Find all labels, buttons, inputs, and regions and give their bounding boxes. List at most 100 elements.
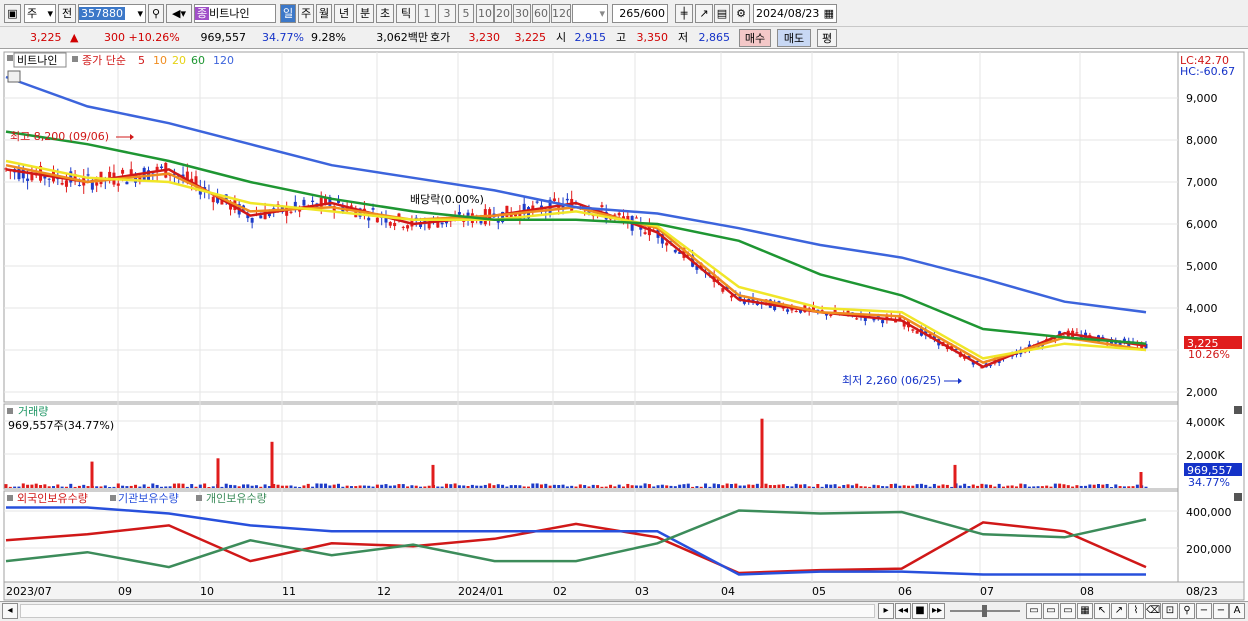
high-annotation: 최고 8,200 (09/06) <box>10 130 109 143</box>
ma-legend-5: 5 <box>138 54 145 67</box>
chart-area[interactable]: 비트나인 종가 단순 5 10 20 60 120 LC:42.70 HC:-6… <box>0 49 1248 604</box>
date-input[interactable]: 2024/08/23 ▦ <box>753 4 837 23</box>
layout-1-icon[interactable]: ▭ <box>1026 603 1042 619</box>
holding-panel[interactable] <box>3 490 1179 583</box>
volume-bar <box>919 483 923 488</box>
chart-window-icon[interactable]: ▣ <box>4 4 21 23</box>
speaker-icon[interactable]: ◀▾ <box>166 4 192 23</box>
volume-bar <box>837 486 841 488</box>
draw-icon[interactable]: ↗ <box>1111 603 1127 619</box>
candle-type-icon[interactable]: ╪ <box>675 4 693 23</box>
volume-bar <box>375 484 379 488</box>
volume-bar <box>889 484 893 488</box>
gear-icon[interactable]: ⚙ <box>732 4 750 23</box>
panel-close-icon[interactable] <box>1234 493 1242 501</box>
volume-bar <box>609 484 613 488</box>
low-annotation: 최저 2,260 (06/25) <box>842 374 941 387</box>
rewind-icon[interactable]: ◂◂ <box>895 603 911 619</box>
volume-bar <box>514 485 518 488</box>
search-icon[interactable]: ⚲ <box>148 4 164 23</box>
scroll-left-icon[interactable]: ◂ <box>2 603 18 619</box>
volume-bar <box>755 483 759 488</box>
layout-3-icon[interactable]: ▭ <box>1060 603 1076 619</box>
fast-forward-icon[interactable]: ▸▸ <box>929 603 945 619</box>
volume-bar <box>686 483 690 488</box>
zigzag-icon[interactable]: ⌇ <box>1128 603 1144 619</box>
interval-3[interactable]: 3 <box>438 4 456 23</box>
candle-body <box>565 198 569 201</box>
volume-bar <box>552 484 556 488</box>
volume-bar <box>937 485 941 488</box>
volume-bar <box>518 485 522 488</box>
custom-interval-select[interactable]: ▾ <box>572 4 608 23</box>
scroll-right-icon[interactable]: ▸ <box>878 603 894 619</box>
tab-period-day[interactable]: 일 <box>280 4 296 23</box>
interval-60[interactable]: 60 <box>532 4 550 23</box>
volume-bar <box>419 486 423 488</box>
zoom-out-icon[interactable]: − <box>1196 603 1212 619</box>
interval-1[interactable]: 1 <box>418 4 436 23</box>
interval-10[interactable]: 10 <box>476 4 494 23</box>
grid-icon[interactable]: ▦ <box>1077 603 1093 619</box>
volume-bar <box>103 485 107 488</box>
erase-icon[interactable]: ⌫ <box>1145 603 1161 619</box>
tab-period-week[interactable]: 주 <box>298 4 314 23</box>
interval-30[interactable]: 30 <box>513 4 531 23</box>
prev-button[interactable]: 전 <box>58 4 76 23</box>
ruler-icon[interactable]: ⊡ <box>1162 603 1178 619</box>
volume-bar <box>596 485 600 488</box>
volume-bar <box>1027 486 1031 488</box>
volume-bar <box>751 484 755 488</box>
interval-120[interactable]: 120 <box>551 4 571 23</box>
volume-bar <box>1032 486 1036 488</box>
volume-bar <box>211 486 215 488</box>
volume-bar <box>121 485 125 488</box>
interval-5[interactable]: 5 <box>458 4 474 23</box>
volume-bar <box>410 485 414 488</box>
tab-period-minute[interactable]: 분 <box>356 4 374 23</box>
bar-count-input[interactable]: 265/600 <box>612 4 668 23</box>
trend-line-icon[interactable]: ↗ <box>695 4 713 23</box>
pointer-icon[interactable]: ↖ <box>1094 603 1110 619</box>
volume-bar <box>829 484 833 488</box>
panel-close-icon[interactable] <box>1234 406 1242 414</box>
tab-period-second[interactable]: 초 <box>376 4 394 23</box>
volume-bar <box>881 486 885 488</box>
volume-bar <box>1118 486 1122 488</box>
zoom-search-icon[interactable]: ⚲ <box>1179 603 1195 619</box>
volume-bar <box>380 484 384 488</box>
buy-button[interactable]: 매수 <box>739 29 771 47</box>
stop-icon[interactable]: ■ <box>912 603 928 619</box>
legend-marker-icon <box>72 56 78 62</box>
candle-body <box>26 178 30 181</box>
stock-code-input[interactable]: 357880 ▾ <box>78 4 146 23</box>
text-tool-icon[interactable]: A <box>1229 603 1245 619</box>
table-icon[interactable] <box>7 70 21 83</box>
volume-panel[interactable] <box>3 403 1179 490</box>
volume-bar <box>911 485 915 488</box>
tab-period-month[interactable]: 월 <box>316 4 332 23</box>
stock-name-field[interactable]: 종 비트나인 <box>194 4 276 23</box>
tab-period-tick[interactable]: 틱 <box>396 4 416 23</box>
volume-value: 969,557 <box>200 31 247 44</box>
volume-bar <box>976 485 980 488</box>
tab-period-year[interactable]: 년 <box>334 4 354 23</box>
period-type-select[interactable]: 주 ▾ <box>24 4 56 23</box>
eval-button[interactable]: 평 <box>817 29 837 47</box>
candle-body <box>121 169 125 174</box>
volume-bar <box>95 486 99 488</box>
candle-body <box>129 169 133 175</box>
sell-button[interactable]: 매도 <box>777 29 811 47</box>
volume-bar <box>894 483 898 488</box>
volume-bar <box>397 484 401 488</box>
volume-bar <box>246 484 250 488</box>
volume-bar <box>799 484 803 488</box>
zoom-reset-icon[interactable]: − <box>1213 603 1229 619</box>
zoom-slider-handle[interactable] <box>982 605 987 617</box>
layout-2-icon[interactable]: ▭ <box>1043 603 1059 619</box>
volume-bar <box>945 484 949 488</box>
low-label: 저 <box>678 31 689 44</box>
scroll-track[interactable] <box>20 604 875 618</box>
interval-20[interactable]: 20 <box>494 4 512 23</box>
save-icon[interactable]: ▤ <box>714 4 730 23</box>
